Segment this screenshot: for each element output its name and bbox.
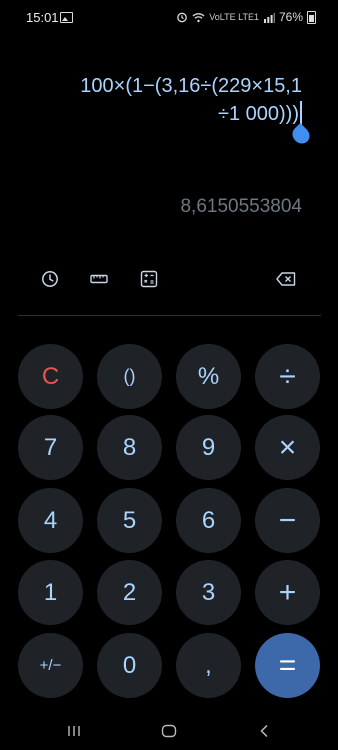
digit-1-button[interactable]: 1 [18, 560, 83, 625]
clock-icon [42, 271, 58, 287]
equals-button[interactable]: = [255, 633, 320, 698]
digit-7-button[interactable]: 7 [18, 415, 83, 480]
ruler-icon [90, 274, 108, 284]
minus-button[interactable]: − [255, 488, 320, 553]
expression-line-1: 100×(1−(3,16÷(229×15,1 [80, 75, 302, 97]
battery-icon [307, 10, 316, 24]
digit-0-button[interactable]: 0 [97, 633, 162, 698]
network-label: VoLTE LTE1 [209, 12, 259, 22]
wifi-icon [192, 12, 205, 22]
home-icon [161, 724, 177, 738]
plus-button[interactable]: + [255, 560, 320, 625]
digit-2-button[interactable]: 2 [97, 560, 162, 625]
keypad-divider [18, 315, 321, 316]
recent-apps-button[interactable] [59, 720, 89, 742]
expression-display[interactable]: 100×(1−(3,16÷(229×15,1 ÷1 000))) [42, 72, 302, 128]
backspace-button[interactable] [273, 266, 299, 292]
digit-6-button[interactable]: 6 [176, 488, 241, 553]
scientific-calculator-icon [140, 270, 158, 288]
result-preview: 8,6150553804 [180, 196, 302, 217]
status-bar: 15:01 VoLTE LTE1 76% [0, 0, 338, 36]
unit-converter-button[interactable] [86, 266, 112, 292]
clear-button[interactable]: C [18, 344, 83, 409]
digit-3-button[interactable]: 3 [176, 560, 241, 625]
back-button[interactable] [249, 720, 279, 742]
divide-button[interactable]: ÷ [255, 344, 320, 409]
scientific-mode-button[interactable] [136, 266, 162, 292]
alarm-icon [177, 12, 188, 23]
recent-apps-icon [68, 726, 80, 736]
back-icon [260, 724, 268, 738]
status-icons: VoLTE LTE1 76% [176, 10, 316, 24]
history-button[interactable] [37, 266, 63, 292]
plus-minus-button[interactable]: +/− [18, 633, 83, 698]
home-button[interactable] [154, 720, 184, 742]
digit-9-button[interactable]: 9 [176, 415, 241, 480]
status-time: 15:01 [26, 10, 59, 25]
multiply-button[interactable]: × [255, 415, 320, 480]
percent-button[interactable]: % [176, 344, 241, 409]
text-cursor [300, 101, 302, 125]
parentheses-button[interactable]: () [97, 344, 162, 409]
digit-4-button[interactable]: 4 [18, 488, 83, 553]
signal-icon [263, 12, 275, 23]
decimal-button[interactable]: , [176, 633, 241, 698]
expression-line-2: ÷1 000))) [217, 103, 299, 125]
gallery-notification-icon [60, 12, 73, 23]
digit-8-button[interactable]: 8 [97, 415, 162, 480]
backspace-icon [276, 272, 296, 286]
digit-5-button[interactable]: 5 [97, 488, 162, 553]
battery-percent: 76% [278, 10, 303, 24]
